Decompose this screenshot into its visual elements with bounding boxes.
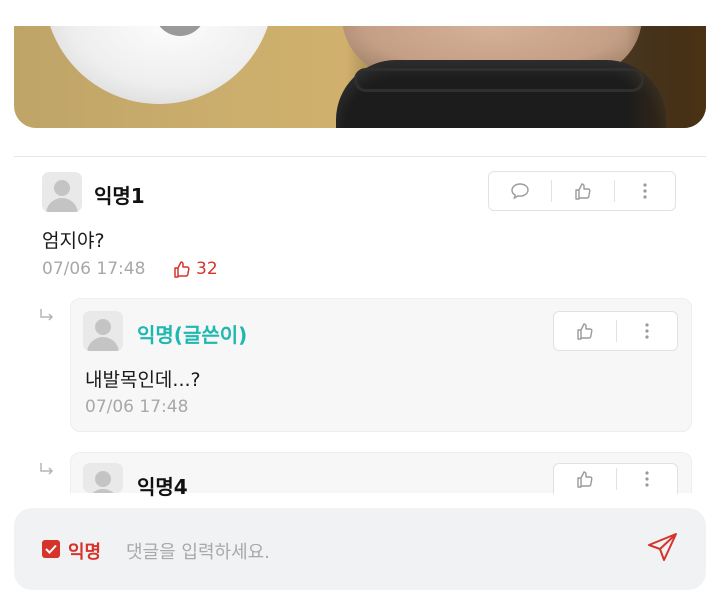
comment-actions	[488, 171, 676, 211]
like-button[interactable]	[554, 464, 616, 494]
thumbs-up-icon	[577, 323, 593, 340]
reply-button[interactable]	[489, 172, 551, 210]
comment-time: 07/06 17:48	[42, 259, 146, 279]
more-button[interactable]	[615, 172, 675, 210]
send-icon	[648, 533, 677, 561]
reply-actions	[553, 311, 678, 351]
thumbs-up-icon	[575, 183, 591, 200]
comment-input[interactable]: 댓글을 입력하세요.	[126, 538, 270, 564]
post-image[interactable]	[14, 26, 706, 128]
send-button[interactable]	[646, 530, 680, 568]
reply-author: 익명4	[137, 475, 188, 499]
thumbs-up-icon	[577, 471, 593, 488]
comment-author: 익명1	[94, 184, 145, 208]
anonymous-checkbox[interactable]	[42, 540, 60, 558]
more-button[interactable]	[617, 312, 677, 350]
reply-actions	[553, 463, 678, 494]
reply-time: 07/06 17:48	[85, 397, 189, 417]
reply-arrow-icon	[38, 308, 56, 329]
more-vertical-icon	[645, 471, 649, 487]
reply-arrow-icon	[38, 462, 56, 483]
more-vertical-icon	[645, 323, 649, 339]
divider	[14, 156, 706, 157]
comment-icon	[511, 183, 529, 200]
sock-rib-shape	[354, 68, 644, 92]
check-icon	[45, 544, 57, 554]
like-button[interactable]	[554, 312, 616, 350]
avatar	[42, 172, 82, 212]
avatar	[83, 311, 123, 351]
reply-author: 익명(글쓴이)	[137, 323, 248, 347]
thumbs-up-icon	[174, 261, 190, 278]
reply-text: 내발목인데...?	[85, 369, 201, 391]
more-vertical-icon	[643, 183, 647, 199]
like-button[interactable]	[552, 172, 614, 210]
avatar	[83, 463, 123, 493]
like-count-value: 32	[196, 259, 218, 279]
comment-input-bar: 익명 댓글을 입력하세요.	[14, 508, 706, 590]
reply: 익명4	[70, 452, 692, 499]
reply: 익명(글쓴이) 내발목인데...? 07/06 17:48	[70, 298, 692, 432]
anonymous-label[interactable]: 익명	[68, 538, 101, 564]
more-button[interactable]	[617, 464, 677, 494]
comment-text: 엄지야?	[42, 230, 105, 252]
like-count: 32	[172, 259, 218, 279]
cup-shape	[44, 26, 274, 104]
